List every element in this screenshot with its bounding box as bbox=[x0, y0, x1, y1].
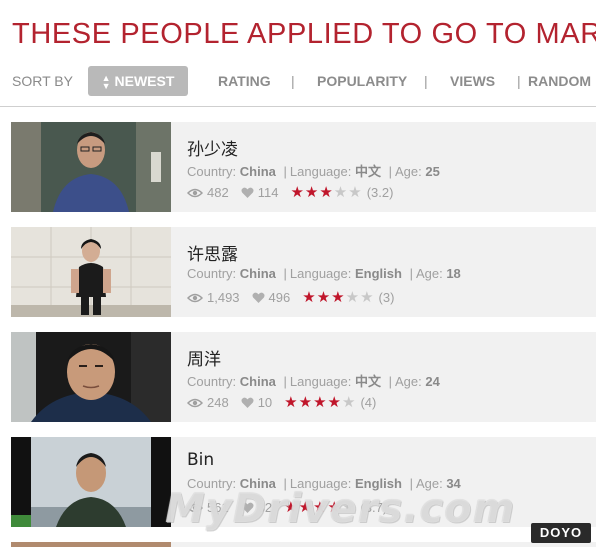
likes-stat[interactable]: 114 bbox=[241, 185, 279, 200]
applicant-card[interactable]: 孙少凌 Country: China | Language: 中文 | Age: 2… bbox=[11, 122, 596, 212]
age-value: 25 bbox=[425, 164, 440, 179]
next-card-thumbnail-edge bbox=[11, 542, 171, 547]
eye-icon bbox=[187, 293, 203, 302]
applicant-video-thumbnail[interactable] bbox=[11, 122, 171, 212]
star-icon[interactable]: ★ bbox=[360, 290, 373, 305]
star-icon[interactable]: ★ bbox=[334, 185, 347, 200]
applicant-video-thumbnail[interactable] bbox=[11, 437, 171, 527]
star-icon[interactable]: ★ bbox=[299, 395, 312, 410]
applicant-video-thumbnail[interactable] bbox=[11, 332, 171, 422]
views-stat: 482 bbox=[187, 185, 229, 200]
likes-count: 114 bbox=[257, 185, 279, 200]
views-count: 1,493 bbox=[207, 290, 240, 305]
sort-newest-label: NEWEST bbox=[114, 73, 175, 89]
applicant-stats: 248 10 ★ ★ ★ ★ ★ (4) bbox=[187, 395, 376, 410]
applicant-name[interactable]: 孙少凌 bbox=[187, 135, 238, 160]
sort-arrows-icon: ▲ ▼ bbox=[101, 73, 111, 92]
star-icon[interactable]: ★ bbox=[319, 185, 332, 200]
applicant-stats: 482 114 ★ ★ ★ ★ ★ (3.2) bbox=[187, 185, 393, 200]
language-label: Language: bbox=[289, 374, 352, 389]
likes-stat[interactable]: 496 bbox=[252, 290, 291, 305]
star-icon[interactable]: ★ bbox=[348, 185, 361, 200]
star-icon[interactable]: ★ bbox=[328, 395, 341, 410]
sort-views-button[interactable]: VIEWS bbox=[450, 73, 495, 89]
sort-separator: | bbox=[517, 73, 521, 89]
sort-by-label: SORT BY bbox=[12, 73, 73, 89]
language-label: Language: bbox=[289, 164, 352, 179]
rating-value: (3) bbox=[378, 290, 395, 305]
views-count: 248 bbox=[207, 395, 229, 410]
heart-icon bbox=[241, 187, 254, 198]
eye-icon bbox=[187, 188, 203, 197]
heart-icon bbox=[241, 397, 254, 408]
language-value: 中文 bbox=[354, 374, 381, 389]
sort-rating-button[interactable]: RATING bbox=[218, 73, 271, 89]
age-value: 24 bbox=[425, 374, 440, 389]
likes-count: 10 bbox=[257, 395, 273, 410]
meta-divider: | bbox=[409, 266, 413, 281]
country-label: Country: bbox=[187, 374, 237, 389]
applicant-meta: Country: China | Language: 中文 | Age: 24 bbox=[187, 371, 440, 390]
star-icon[interactable]: ★ bbox=[317, 290, 330, 305]
eye-icon bbox=[187, 398, 203, 407]
meta-divider: | bbox=[283, 164, 287, 179]
star-rating[interactable]: ★ ★ ★ ★ ★ bbox=[284, 395, 356, 410]
sort-random-button[interactable]: RANDOM bbox=[528, 73, 591, 89]
age-label: Age: bbox=[395, 164, 422, 179]
star-icon[interactable]: ★ bbox=[290, 185, 303, 200]
applicant-meta: Country: China | Language: 中文 | Age: 25 bbox=[187, 161, 440, 180]
applicant-stats: 1,493 496 ★ ★ ★ ★ ★ (3) bbox=[187, 290, 394, 305]
rating-value: (3.2) bbox=[366, 185, 394, 200]
views-stat: 248 bbox=[187, 395, 229, 410]
country-value: China bbox=[239, 164, 276, 179]
sort-popularity-button[interactable]: POPULARITY bbox=[317, 73, 407, 89]
site-logo: DOYO bbox=[531, 523, 591, 543]
applicant-name[interactable]: 周洋 bbox=[187, 345, 221, 370]
views-stat: 1,493 bbox=[187, 290, 240, 305]
language-value: English bbox=[354, 266, 402, 281]
country-label: Country: bbox=[187, 266, 237, 281]
country-value: China bbox=[239, 266, 276, 281]
sort-separator: | bbox=[291, 73, 295, 89]
star-icon[interactable]: ★ bbox=[331, 290, 344, 305]
star-icon[interactable]: ★ bbox=[346, 290, 359, 305]
applicant-info: 孙少凌 Country: China | Language: 中文 | Age: 2… bbox=[187, 122, 596, 212]
country-label: Country: bbox=[187, 164, 237, 179]
star-rating[interactable]: ★ ★ ★ ★ ★ bbox=[290, 185, 362, 200]
meta-divider: | bbox=[283, 266, 287, 281]
applicant-card[interactable]: 许思露 Country: China | Language: English | A… bbox=[11, 227, 596, 317]
applicant-info: 许思露 Country: China | Language: English | A… bbox=[187, 227, 596, 317]
star-icon[interactable]: ★ bbox=[305, 185, 318, 200]
star-icon[interactable]: ★ bbox=[313, 395, 326, 410]
meta-divider: | bbox=[283, 374, 287, 389]
star-icon[interactable]: ★ bbox=[302, 290, 315, 305]
language-value: 中文 bbox=[354, 164, 381, 179]
applicant-info: 周洋 Country: China | Language: 中文 | Age: 24… bbox=[187, 332, 596, 422]
likes-stat[interactable]: 10 bbox=[241, 395, 272, 410]
meta-divider: | bbox=[388, 164, 393, 179]
applicant-meta: Country: China | Language: English | Age: … bbox=[187, 266, 461, 281]
age-label: Age: bbox=[415, 266, 443, 281]
applicant-name[interactable]: Bin bbox=[187, 450, 214, 470]
watermark-text: MyDrivers.com bbox=[165, 486, 516, 532]
age-value: 18 bbox=[446, 266, 461, 281]
meta-divider: | bbox=[388, 374, 393, 389]
applicant-card[interactable]: 周洋 Country: China | Language: 中文 | Age: 24… bbox=[11, 332, 596, 422]
applicant-name[interactable]: 许思露 bbox=[187, 240, 238, 265]
country-value: China bbox=[239, 374, 276, 389]
likes-count: 496 bbox=[268, 290, 291, 305]
sort-separator: | bbox=[424, 73, 428, 89]
age-label: Age: bbox=[395, 374, 422, 389]
sort-newest-button[interactable]: ▲ ▼ NEWEST bbox=[88, 66, 188, 96]
applicant-video-thumbnail[interactable] bbox=[11, 227, 171, 317]
views-count: 482 bbox=[207, 185, 229, 200]
star-icon[interactable]: ★ bbox=[284, 395, 297, 410]
heart-icon bbox=[252, 292, 265, 303]
rating-value: (4) bbox=[360, 395, 377, 410]
page-title: THESE PEOPLE APPLIED TO GO TO MARS bbox=[12, 18, 596, 50]
language-label: Language: bbox=[289, 266, 352, 281]
star-rating[interactable]: ★ ★ ★ ★ ★ bbox=[302, 290, 374, 305]
sort-bar: SORT BY ▲ ▼ NEWEST RATING | POPULARITY | V… bbox=[0, 64, 596, 107]
star-icon[interactable]: ★ bbox=[342, 395, 355, 410]
